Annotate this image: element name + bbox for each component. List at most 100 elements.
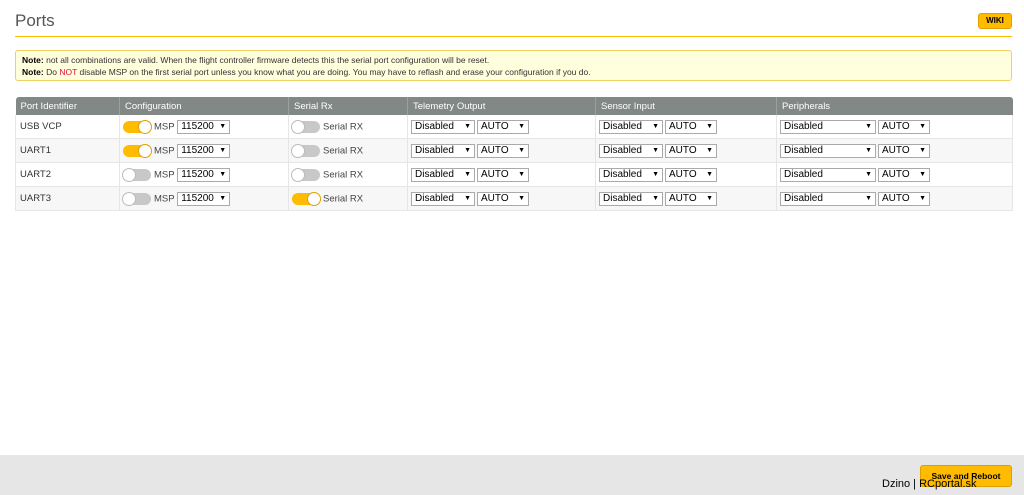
note-text: not all combinations are valid. When the… [43, 55, 490, 65]
select-value: AUTO [669, 144, 697, 156]
peripheral-select[interactable]: Disabled ▼ [780, 191, 876, 206]
msp-baud-select[interactable]: 115200 ▼ [177, 119, 231, 134]
chevron-down-icon: ▼ [706, 170, 713, 178]
select-value: Disabled [784, 120, 823, 132]
serial-rx-label: Serial RX [323, 145, 364, 156]
msp-baud-select[interactable]: 115200 ▼ [177, 191, 231, 206]
select-value: Disabled [603, 144, 642, 156]
serial-rx-toggle[interactable] [291, 167, 320, 182]
note-prefix: Note: [22, 55, 44, 65]
select-value: AUTO [882, 192, 910, 204]
serial-rx-toggle[interactable] [291, 143, 320, 158]
select-value: AUTO [481, 192, 509, 204]
msp-baud-select[interactable]: 115200 ▼ [177, 143, 231, 158]
table-header-row: Port Identifier Configuration Serial Rx … [15, 97, 1013, 115]
sensor-select[interactable]: Disabled ▼ [599, 119, 663, 134]
select-value: AUTO [481, 120, 509, 132]
telemetry-baud-select[interactable]: AUTO ▼ [477, 167, 529, 182]
select-value: AUTO [669, 192, 697, 204]
peripheral-select[interactable]: Disabled ▼ [780, 167, 876, 182]
msp-baud-select[interactable]: 115200 ▼ [177, 167, 231, 182]
sensor-baud-select[interactable]: AUTO ▼ [665, 119, 717, 134]
chevron-down-icon: ▼ [706, 194, 713, 202]
column-header: Peripherals [776, 97, 1013, 115]
select-value: 115200 [181, 120, 214, 132]
telemetry-baud-select[interactable]: AUTO ▼ [477, 119, 529, 134]
sensor-select[interactable]: Disabled ▼ [599, 143, 663, 158]
toggle-knob [138, 119, 152, 134]
select-value: Disabled [784, 168, 823, 180]
note-prefix: Note: [22, 67, 44, 77]
peripheral-baud-select[interactable]: AUTO ▼ [878, 167, 930, 182]
peripheral-baud-select[interactable]: AUTO ▼ [878, 119, 930, 134]
sensor-cell: Disabled ▼ AUTO ▼ [595, 138, 777, 163]
ports-page: Ports WIKI Note: not all combinations ar… [0, 0, 1024, 495]
peripheral-baud-select[interactable]: AUTO ▼ [878, 143, 930, 158]
table-row: UART1 MSP 115200 ▼ Serial RX Disabled ▼ AUTO ▼ D… [15, 138, 1013, 163]
chevron-down-icon: ▼ [464, 122, 471, 130]
column-header: Port Identifier [15, 97, 120, 115]
msp-label: MSP [154, 169, 175, 180]
serial-rx-cell: Serial RX [288, 138, 408, 163]
peripheral-baud-select[interactable]: AUTO ▼ [878, 191, 930, 206]
wiki-button[interactable]: WIKI [978, 13, 1012, 29]
toggle-knob [291, 167, 305, 182]
serial-rx-toggle[interactable] [292, 191, 321, 206]
configuration-cell: MSP 115200 ▼ [119, 186, 289, 211]
select-value: Disabled [415, 144, 454, 156]
serial-rx-label: Serial RX [323, 193, 364, 204]
chevron-down-icon: ▼ [219, 122, 227, 130]
port-identifier: UART2 [15, 162, 120, 187]
telemetry-select[interactable]: Disabled ▼ [411, 191, 475, 206]
sensor-baud-select[interactable]: AUTO ▼ [665, 191, 717, 206]
note-box: Note: not all combinations are valid. Wh… [15, 50, 1012, 81]
sensor-baud-select[interactable]: AUTO ▼ [665, 167, 717, 182]
msp-label: MSP [154, 193, 175, 204]
serial-rx-toggle[interactable] [291, 119, 320, 134]
msp-toggle[interactable] [122, 191, 151, 206]
title-divider [15, 36, 1012, 37]
peripherals-cell: Disabled ▼ AUTO ▼ [776, 138, 1013, 163]
chevron-down-icon: ▼ [865, 122, 872, 130]
sensor-baud-select[interactable]: AUTO ▼ [665, 143, 717, 158]
sensor-select[interactable]: Disabled ▼ [599, 167, 663, 182]
toggle-knob [138, 143, 152, 158]
telemetry-baud-select[interactable]: AUTO ▼ [477, 191, 529, 206]
chevron-down-icon: ▼ [919, 122, 926, 130]
serial-rx-cell: Serial RX [288, 115, 408, 139]
msp-toggle[interactable] [122, 167, 151, 182]
serial-rx-label: Serial RX [323, 169, 364, 180]
peripheral-select[interactable]: Disabled ▼ [780, 143, 876, 158]
telemetry-baud-select[interactable]: AUTO ▼ [477, 143, 529, 158]
select-value: AUTO [669, 168, 697, 180]
select-value: 115200 [181, 144, 214, 156]
telemetry-select[interactable]: Disabled ▼ [411, 167, 475, 182]
chevron-down-icon: ▼ [652, 122, 659, 130]
telemetry-select[interactable]: Disabled ▼ [411, 143, 475, 158]
configuration-cell: MSP 115200 ▼ [119, 138, 289, 163]
peripherals-cell: Disabled ▼ AUTO ▼ [776, 115, 1013, 139]
peripheral-select[interactable]: Disabled ▼ [780, 119, 876, 134]
chevron-down-icon: ▼ [919, 170, 926, 178]
chevron-down-icon: ▼ [518, 194, 525, 202]
toggle-knob [122, 167, 136, 182]
column-header: Telemetry Output [407, 97, 596, 115]
chevron-down-icon: ▼ [652, 146, 659, 154]
select-value: Disabled [415, 192, 454, 204]
sensor-cell: Disabled ▼ AUTO ▼ [595, 162, 777, 187]
msp-label: MSP [154, 145, 175, 156]
msp-toggle[interactable] [123, 143, 152, 158]
chevron-down-icon: ▼ [706, 122, 713, 130]
select-value: AUTO [882, 168, 910, 180]
telemetry-select[interactable]: Disabled ▼ [411, 119, 475, 134]
msp-toggle[interactable] [123, 119, 152, 134]
configuration-cell: MSP 115200 ▼ [119, 162, 289, 187]
select-value: Disabled [784, 192, 823, 204]
select-value: Disabled [603, 168, 642, 180]
sensor-cell: Disabled ▼ AUTO ▼ [595, 186, 777, 211]
sensor-select[interactable]: Disabled ▼ [599, 191, 663, 206]
toggle-knob [122, 191, 136, 206]
select-value: Disabled [415, 168, 454, 180]
chevron-down-icon: ▼ [464, 170, 471, 178]
chevron-down-icon: ▼ [518, 122, 525, 130]
